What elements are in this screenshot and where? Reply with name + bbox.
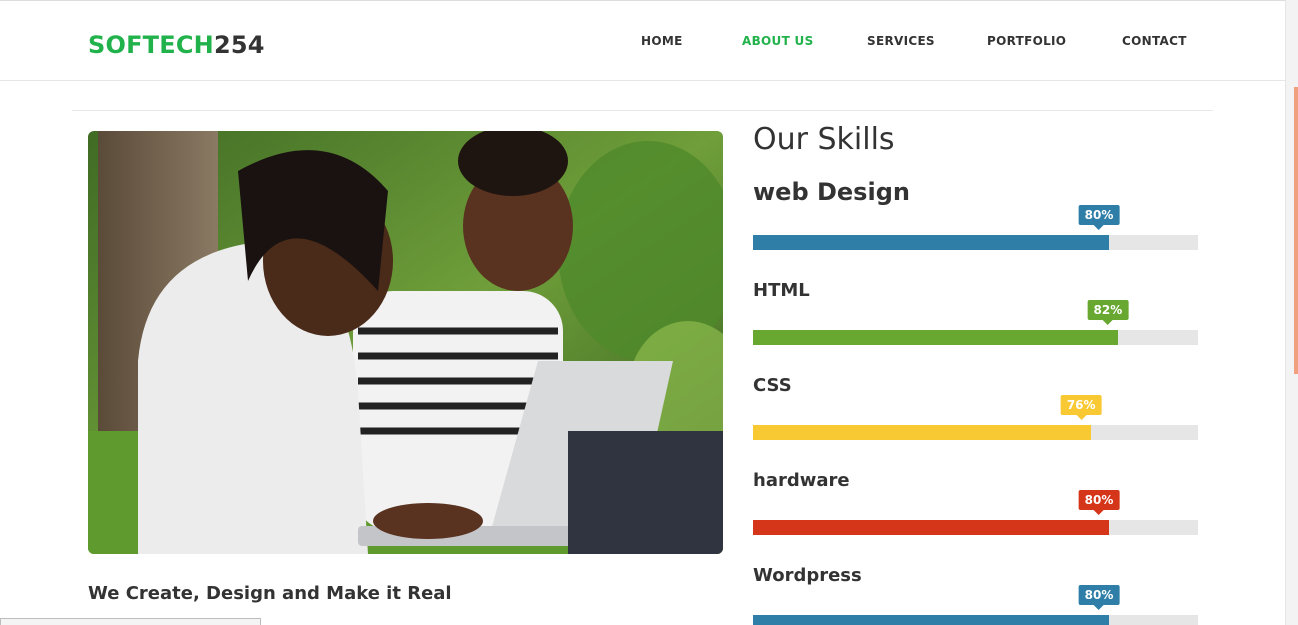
scrollbar-thumb[interactable] bbox=[1294, 87, 1298, 374]
nav-link-portfolio[interactable]: PORTFOLIO bbox=[987, 34, 1066, 48]
top-navbar: SOFTECH254 HOME ABOUT US SERVICES PORTFO… bbox=[0, 0, 1285, 81]
skill-html: HTML 82% bbox=[753, 280, 1198, 360]
nav-link-contact[interactable]: CONTACT bbox=[1122, 34, 1187, 48]
skill-percent-badge: 76% bbox=[1060, 395, 1102, 420]
skill-web-design: web Design 80% bbox=[753, 178, 1198, 258]
nav-link-services[interactable]: SERVICES bbox=[867, 34, 935, 48]
tagline: We Create, Design and Make it Real bbox=[88, 583, 452, 604]
skill-percent-badge: 80% bbox=[1078, 205, 1120, 230]
skill-progress-fill bbox=[753, 520, 1109, 535]
skill-progress-track bbox=[753, 425, 1198, 440]
skill-progress-fill bbox=[753, 330, 1118, 345]
skill-progress-track bbox=[753, 615, 1198, 625]
skill-percent-badge: 80% bbox=[1078, 585, 1120, 610]
skill-progress-fill bbox=[753, 235, 1109, 250]
skill-progress-fill bbox=[753, 615, 1109, 625]
about-photo bbox=[88, 131, 723, 554]
students-with-laptop-image bbox=[88, 131, 723, 554]
skill-label: web Design bbox=[753, 178, 910, 206]
browser-status-bubble bbox=[0, 618, 261, 625]
skill-wordpress: Wordpress 80% bbox=[753, 565, 1198, 625]
nav-link-about-us[interactable]: ABOUT US bbox=[742, 34, 814, 48]
site-logo[interactable]: SOFTECH254 bbox=[88, 31, 265, 59]
skill-label: Wordpress bbox=[753, 565, 862, 586]
skill-label: hardware bbox=[753, 470, 850, 491]
logo-text-primary: SOFTECH bbox=[88, 31, 214, 59]
skill-progress-track bbox=[753, 330, 1198, 345]
skill-progress-track bbox=[753, 235, 1198, 250]
skill-progress-track bbox=[753, 520, 1198, 535]
nav-link-home[interactable]: HOME bbox=[641, 34, 683, 48]
skill-label: CSS bbox=[753, 375, 792, 396]
skills-title: Our Skills bbox=[753, 122, 895, 157]
skill-percent-badge: 80% bbox=[1078, 490, 1120, 515]
page-scrollbar[interactable] bbox=[1285, 0, 1298, 625]
section-divider bbox=[72, 110, 1213, 111]
skill-hardware: hardware 80% bbox=[753, 470, 1198, 550]
skill-progress-fill bbox=[753, 425, 1092, 440]
skill-css: CSS 76% bbox=[753, 375, 1198, 455]
skill-label: HTML bbox=[753, 280, 810, 301]
logo-text-secondary: 254 bbox=[213, 31, 265, 59]
skill-percent-badge: 82% bbox=[1087, 300, 1129, 325]
